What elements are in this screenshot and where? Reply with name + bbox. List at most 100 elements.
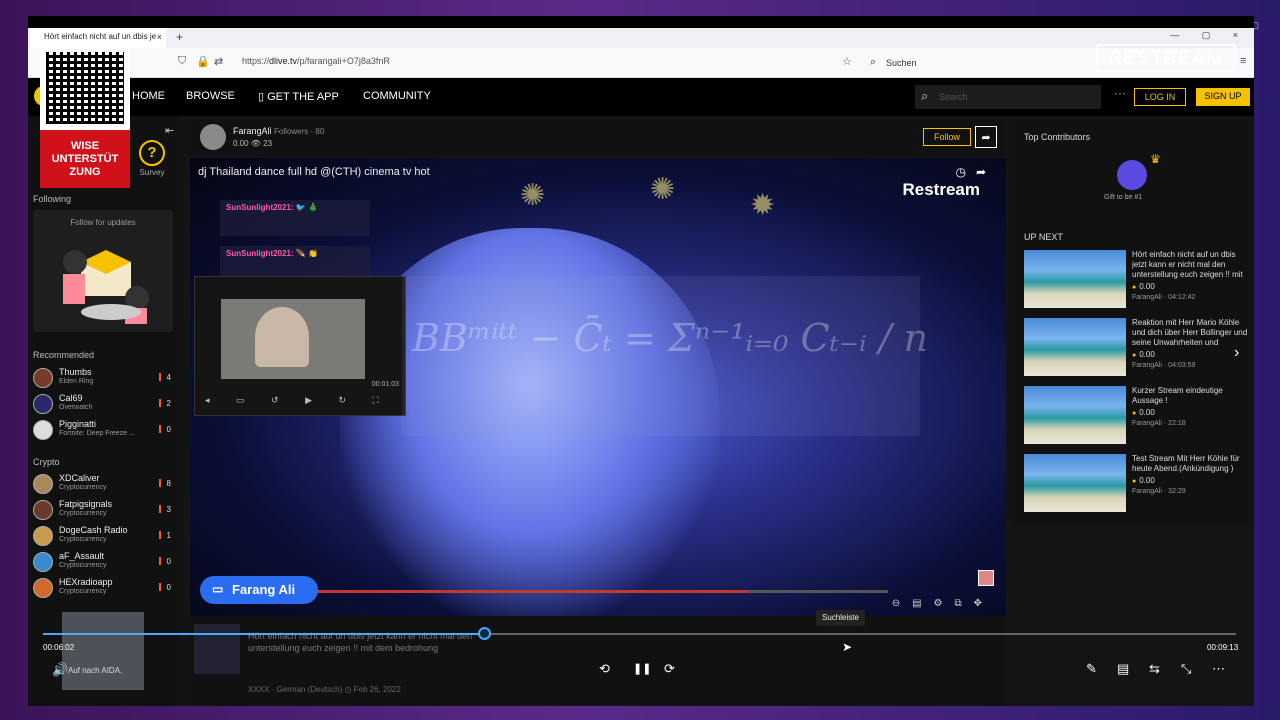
channel-category: Cryptocurrency — [59, 562, 107, 569]
channel-avatar[interactable] — [200, 124, 226, 150]
stream-meta: XXXX · German (Deutsch) ◷ Feb 26, 2022 — [248, 685, 401, 694]
crypto-item[interactable]: XDCaliver Cryptocurrency 8 — [33, 472, 173, 496]
avatar — [33, 578, 53, 598]
exit-fullscreen-icon[interactable]: ⤡ — [1181, 661, 1191, 677]
url-field[interactable]: https://dlive.tv/p/farangali+O7j8a3fnR — [242, 56, 390, 66]
new-tab-button[interactable]: + — [176, 30, 183, 44]
nav-browse[interactable]: BROWSE — [186, 90, 235, 102]
up-next-video[interactable]: Test Stream Mit Herr Köhle für heute Abe… — [1024, 454, 1252, 514]
chat-overlay: SunSunlight2021: 🐦 🎄 — [220, 200, 370, 236]
next-arrow-icon[interactable]: › — [1234, 344, 1239, 362]
more-options-icon[interactable]: ⋯ — [1212, 661, 1225, 677]
seek-tooltip: Suchleiste — [816, 610, 865, 626]
chat-badge[interactable]: ▭ Farang Ali — [200, 576, 318, 604]
donation-banner: WISE UNTERSTÜT ZUNG — [40, 130, 130, 188]
avatar — [33, 526, 53, 546]
video-title: Kurzer Stream eindeutige Aussage ! — [1132, 386, 1223, 405]
channel-name: Fatpigsignals — [59, 499, 113, 509]
person-figure — [255, 307, 309, 367]
video-value: 0.00 — [1132, 282, 1155, 291]
browser-address-bar: ⛉ 🔒 ⇄ https://dlive.tv/p/farangali+O7j8a… — [28, 48, 1254, 78]
firework-decoration: ✺ — [650, 173, 676, 206]
channel-bar: FarangAli Followers · 80 0.00 👁 23 Follo… — [190, 120, 1006, 156]
stream-video[interactable]: ✺ ✺ ✹ dj Thailand dance full hd @(CTH) c… — [190, 158, 1006, 616]
video-title: dj Thailand dance full hd @(CTH) cinema … — [198, 166, 430, 178]
playback-speed-icon[interactable]: ⇆ — [1149, 661, 1160, 677]
up-next-video[interactable]: Hört einfach nicht auf un dbis jetzt kan… — [1024, 250, 1252, 310]
crypto-item[interactable]: Fatpigsignals Cryptocurrency 3 — [33, 498, 173, 522]
pencil-icon[interactable]: ✎ — [1086, 661, 1097, 677]
login-button[interactable]: LOG IN — [1134, 88, 1186, 106]
shield-icon[interactable]: ⛉ — [178, 55, 186, 68]
recommended-item[interactable]: Pigginatti Fortnite: Deep Freeze ... 0 — [33, 418, 173, 442]
picture-in-picture[interactable]: 00:01:03 ◂ ▭ ↺ ▶ ↻ ⛶ — [194, 276, 406, 416]
dlive-site: HOME BROWSE ▯ GET THE APP COMMUNITY ⌕ Se… — [28, 78, 1254, 706]
up-next-video[interactable]: Reaktion mit Herr Mario Köhle und dich ü… — [1024, 318, 1252, 378]
collapse-sidebar-icon[interactable]: ⇤ — [165, 124, 174, 137]
follow-for-updates: Follow for updates — [70, 218, 136, 227]
browser-tab[interactable]: Hört einfach nicht auf un dbis je × — [30, 28, 166, 48]
top-navigation: HOME BROWSE ▯ GET THE APP COMMUNITY ⌕ Se… — [28, 78, 1254, 116]
permissions-icon[interactable]: ⇄ — [214, 55, 223, 68]
bookmark-star-icon[interactable]: ☆ — [842, 55, 852, 68]
nav-get-the-app[interactable]: ▯ GET THE APP — [258, 90, 339, 103]
qr-code — [40, 46, 130, 130]
survey-button[interactable]: ? Survey — [136, 140, 168, 177]
crypto-item[interactable]: HEXradioapp Cryptocurrency 0 — [33, 576, 173, 600]
video-title: Hört einfach nicht auf un dbis jetzt kan… — [1132, 250, 1243, 279]
url-host: dlive.tv — [269, 56, 298, 66]
corner-thumbnail — [978, 570, 994, 586]
channel-name: aF_Assault — [59, 551, 105, 561]
viewer-count: 4 — [159, 373, 171, 382]
top-contributors-heading: Top Contributors — [1024, 132, 1091, 142]
seek-bar-progress — [43, 633, 484, 635]
firework-decoration: ✹ — [750, 189, 776, 222]
pip-controls[interactable]: ◂ ▭ ↺ ▶ ↻ ⛶ — [205, 395, 391, 406]
site-search-input[interactable]: ⌕ Search — [915, 85, 1101, 109]
crypto-item[interactable]: DogeCash Radio Cryptocurrency 1 — [33, 524, 173, 548]
tab-close-icon[interactable]: × — [157, 32, 162, 42]
nav-home[interactable]: HOME — [132, 90, 165, 102]
question-icon: ? — [139, 140, 165, 166]
viewer-count: 0 — [159, 425, 171, 434]
avatar — [33, 420, 53, 440]
video-thumbnail — [1024, 386, 1126, 444]
avatar — [33, 500, 53, 520]
channel-title[interactable]: FarangAli Followers · 80 — [233, 126, 324, 136]
video-top-icons[interactable]: ◷➦ — [955, 165, 996, 179]
channel-category: Cryptocurrency — [59, 484, 107, 491]
gift-avatar[interactable] — [1117, 160, 1147, 190]
nav-community[interactable]: COMMUNITY — [363, 90, 431, 102]
stream-info: Hört einfach nicht auf un dbis jetzt kan… — [190, 616, 1006, 706]
chat-badge-label: Farang Ali — [232, 582, 296, 597]
signup-button[interactable]: SIGN UP — [1196, 88, 1250, 106]
recommended-item[interactable]: Cal69 Overwatch 2 — [33, 392, 173, 416]
crypto-item[interactable]: aF_Assault Cryptocurrency 0 — [33, 550, 173, 574]
avatar — [33, 552, 53, 572]
seek-bar-handle[interactable] — [478, 627, 491, 640]
volume-icon[interactable]: 🔊 — [52, 662, 68, 678]
right-sidebar: Top Contributors ♛ Gift to be #1 UP NEXT… — [1014, 120, 1250, 524]
video-player[interactable]: Hört einfach nicht auf un dbis je × + — … — [28, 16, 1254, 706]
browser-window-controls[interactable]: — ▢ × — [1170, 30, 1248, 41]
followers-count: Followers · 80 — [274, 127, 325, 136]
up-next-video[interactable]: Kurzer Stream eindeutige Aussage ! 0.00 … — [1024, 386, 1252, 446]
menu-icon[interactable]: ≡ — [1240, 55, 1246, 67]
share-icon[interactable]: ➦ — [975, 126, 997, 148]
crypto-heading: Crypto — [33, 457, 60, 467]
forward-30-button[interactable]: ⟳ — [664, 661, 675, 677]
rewind-10-button[interactable]: ⟲ — [599, 661, 610, 677]
video-controls[interactable]: ⊖▤⚙⧉✥ — [892, 598, 994, 609]
video-progress-remaining — [748, 590, 888, 593]
follow-button[interactable]: Follow — [923, 128, 971, 146]
qr-pattern — [46, 52, 124, 124]
recommended-item[interactable]: Thumbs Elden Ring 4 — [33, 366, 173, 390]
more-options-icon[interactable]: ··· — [1114, 86, 1126, 100]
nav-get-the-app-label: GET THE APP — [267, 91, 339, 103]
channel-category: Elden Ring — [59, 378, 94, 385]
browser-tabbar: Hört einfach nicht auf un dbis je × + — … — [28, 28, 1254, 48]
captions-icon[interactable]: ▤ — [1117, 661, 1129, 677]
pause-button[interactable]: ❚❚ — [633, 662, 651, 675]
crown-icon: ♛ — [1150, 152, 1161, 166]
restream-logo: RESTREAM — [1096, 44, 1236, 72]
